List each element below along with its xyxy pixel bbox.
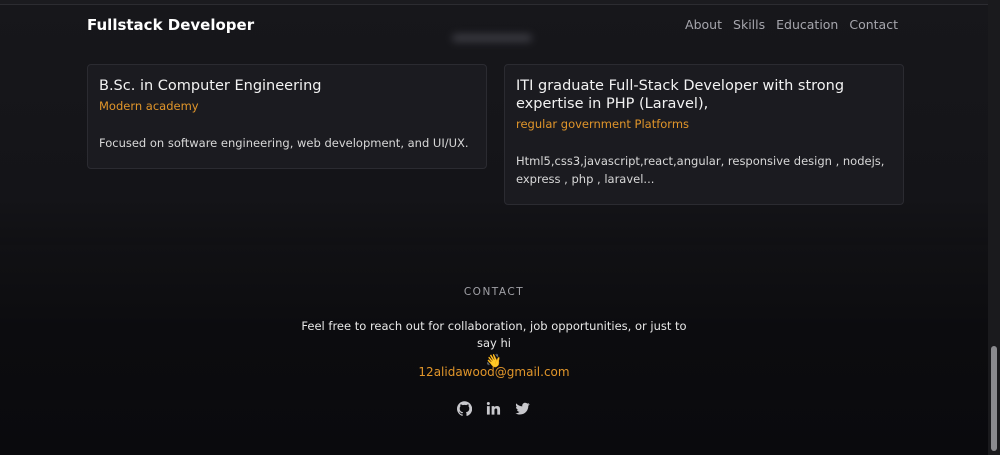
nav-contact[interactable]: Contact [849, 17, 898, 32]
github-icon[interactable] [457, 401, 472, 416]
nav-about[interactable]: About [685, 17, 722, 32]
page-scrollbar[interactable] [988, 0, 1000, 455]
brand-logo-text[interactable]: Fullstack Developer [87, 16, 254, 34]
contact-email-link[interactable]: 12alidawood@gmail.com [0, 365, 988, 379]
blurred-section-underline [452, 34, 532, 42]
social-links [457, 401, 530, 416]
contact-heading: CONTACT [463, 286, 525, 298]
linkedin-icon[interactable] [486, 401, 501, 416]
contact-message: Feel free to reach out for collaboration… [294, 318, 694, 370]
education-card: ITI graduate Full-Stack Developer with s… [504, 64, 904, 205]
education-card-institution: Modern academy [99, 99, 199, 113]
education-card-description: Html5,css3,javascript,react,angular, res… [516, 154, 885, 186]
nav-skills[interactable]: Skills [733, 17, 765, 32]
education-card-title: ITI graduate Full-Stack Developer with s… [516, 78, 845, 112]
education-card-title: B.Sc. in Computer Engineering [99, 78, 322, 94]
twitter-icon[interactable] [515, 401, 530, 416]
education-card-institution: regular government Platforms [516, 117, 690, 131]
education-card: B.Sc. in Computer Engineering Modern aca… [87, 64, 487, 169]
main-nav: About Skills Education Contact [685, 17, 898, 32]
scrollbar-thumb[interactable] [991, 346, 997, 451]
contact-message-text: Feel free to reach out for collaboration… [301, 319, 687, 350]
nav-education[interactable]: Education [776, 17, 838, 32]
education-card-description: Focused on software engineering, web dev… [99, 136, 469, 150]
